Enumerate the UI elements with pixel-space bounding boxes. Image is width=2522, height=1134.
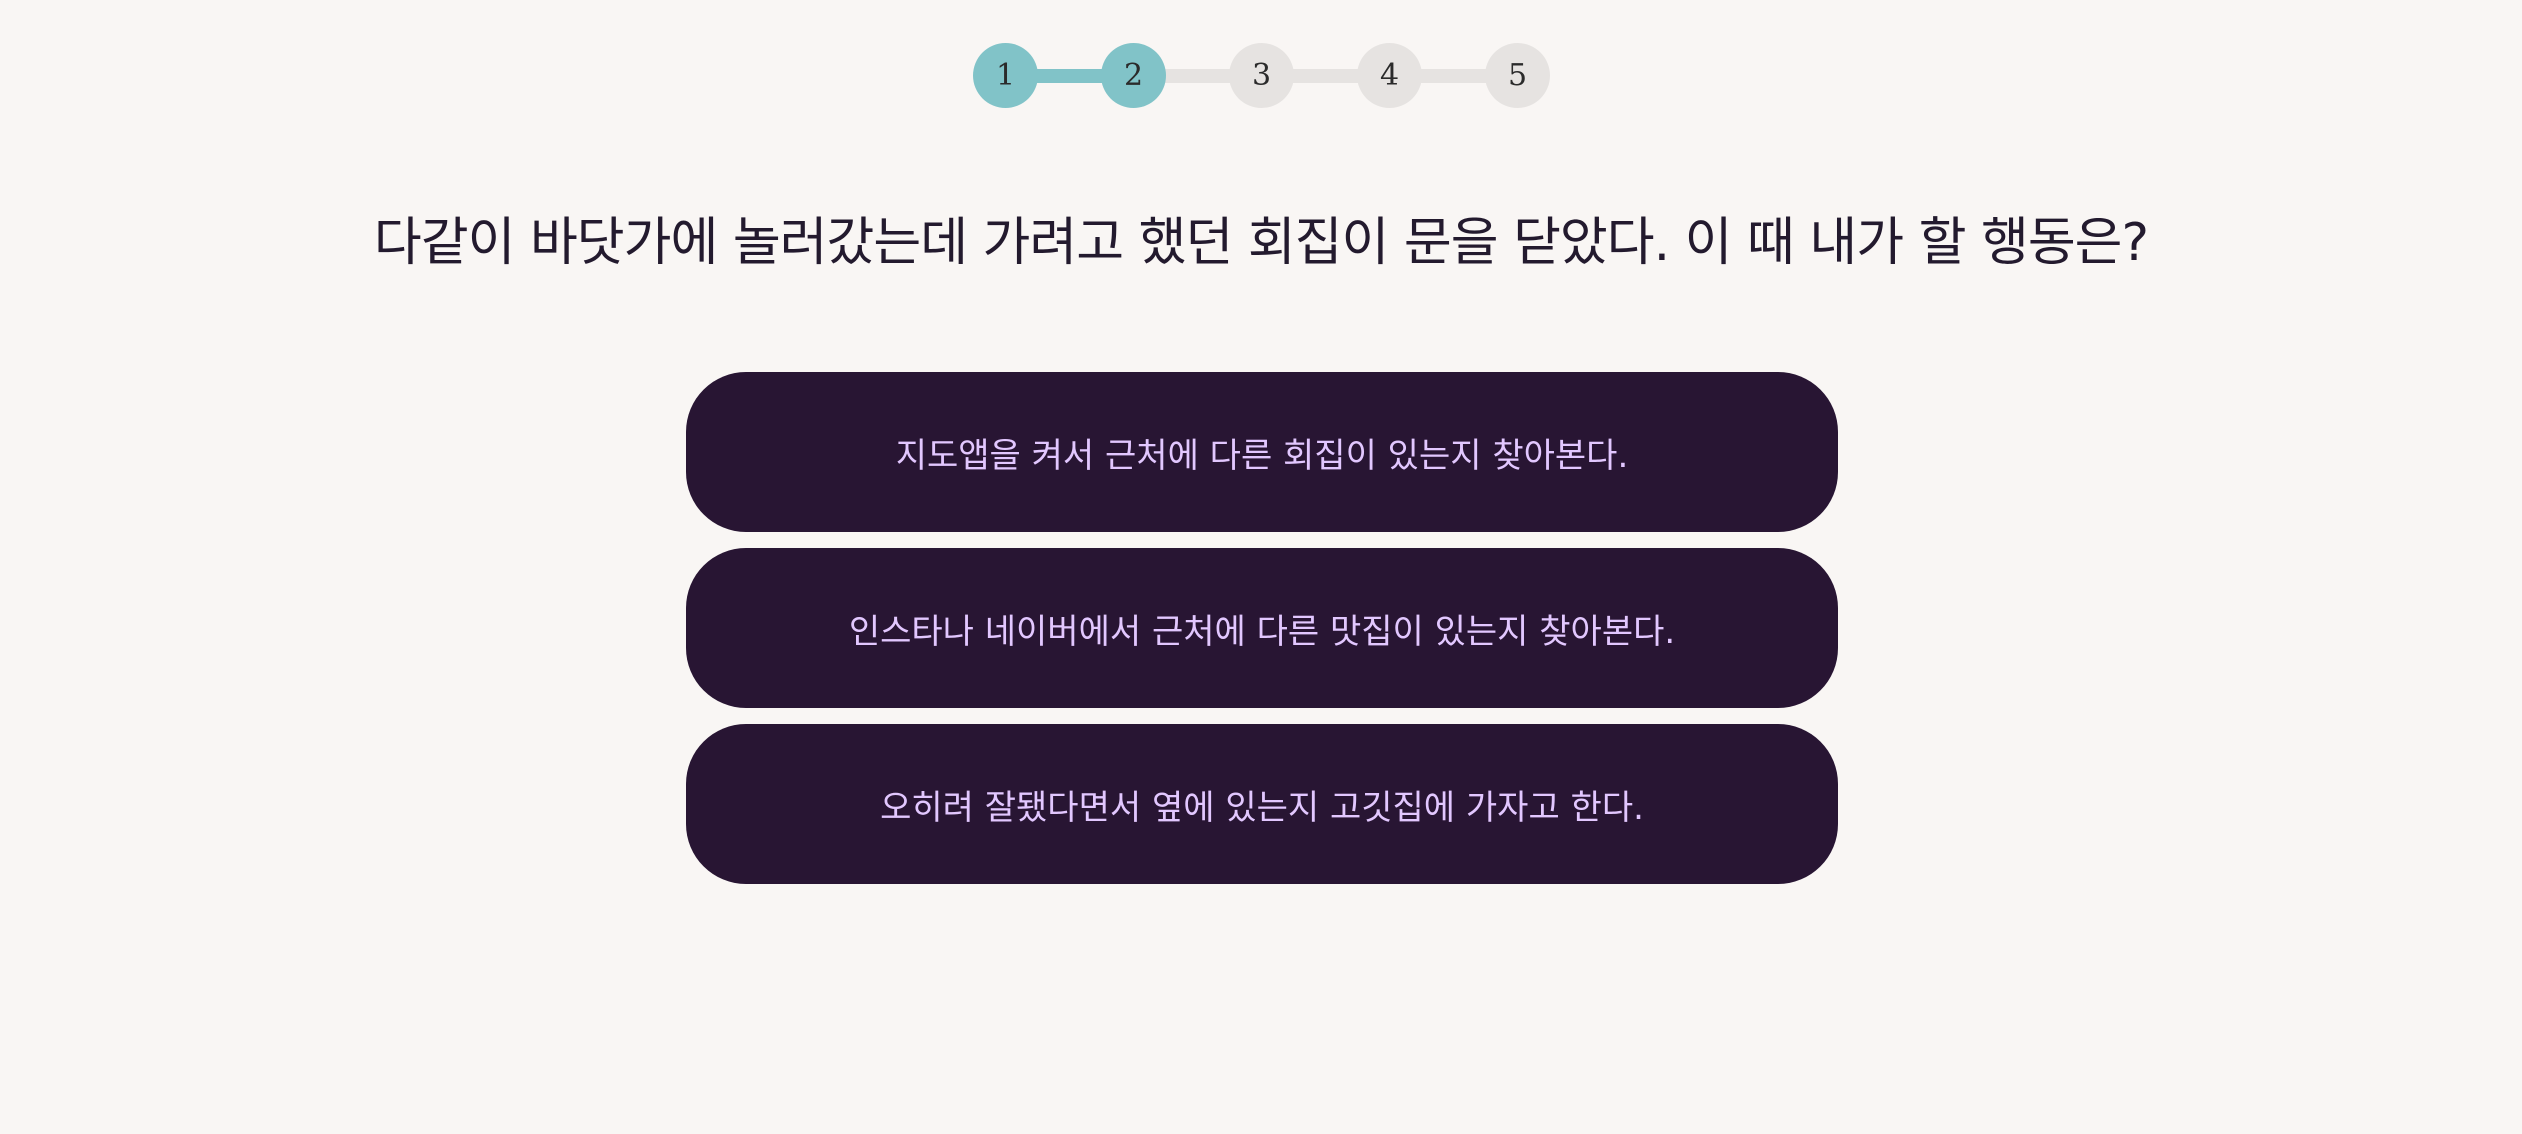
step-2[interactable]: 2 [1101, 43, 1166, 108]
step-1[interactable]: 1 [973, 43, 1038, 108]
step-4[interactable]: 4 [1357, 43, 1422, 108]
answer-list: 지도앱을 켜서 근처에 다른 회집이 있는지 찾아본다. 인스타나 네이버에서 … [686, 372, 1838, 900]
answer-option-3[interactable]: 오히려 잘됐다면서 옆에 있는지 고깃집에 가자고 한다. [686, 724, 1838, 884]
progress-stepper: 1 2 3 4 5 [973, 43, 1550, 108]
quiz-page: 1 2 3 4 5 다같이 바닷가에 놀러갔는데 가려고 했던 회집이 문을 닫… [0, 0, 2522, 1134]
step-3[interactable]: 3 [1229, 43, 1294, 108]
step-5[interactable]: 5 [1485, 43, 1550, 108]
question-text: 다같이 바닷가에 놀러갔는데 가려고 했던 회집이 문을 닫았다. 이 때 내가… [373, 213, 2149, 273]
answer-option-2[interactable]: 인스타나 네이버에서 근처에 다른 맛집이 있는지 찾아본다. [686, 548, 1838, 708]
answer-option-1[interactable]: 지도앱을 켜서 근처에 다른 회집이 있는지 찾아본다. [686, 372, 1838, 532]
